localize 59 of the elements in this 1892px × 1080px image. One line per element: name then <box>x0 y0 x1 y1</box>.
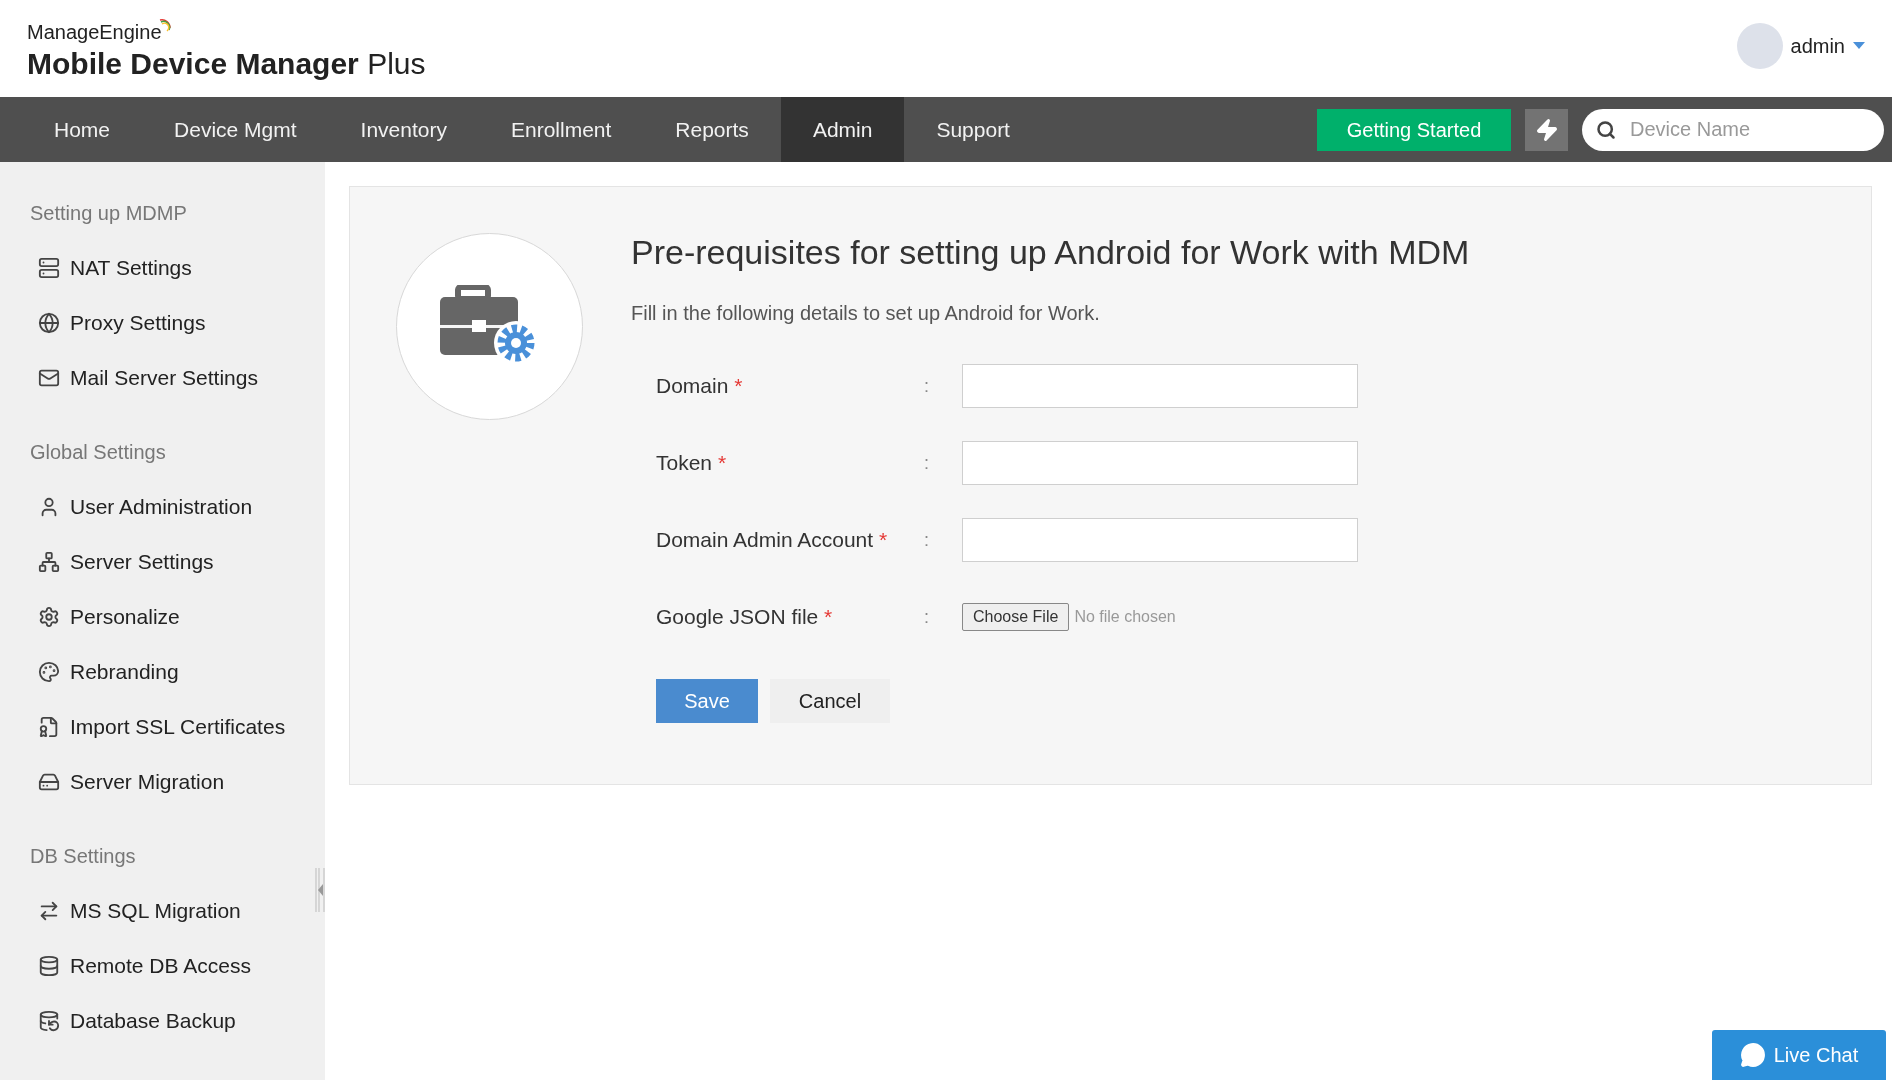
chat-bubble-icon <box>1739 1042 1766 1068</box>
caret-icon <box>1853 42 1865 50</box>
collapse-handle-icon[interactable] <box>315 868 325 912</box>
sidebar-item[interactable]: NAT Settings <box>30 240 192 295</box>
lightning-icon <box>1534 117 1559 142</box>
nav-tab[interactable]: Reports <box>643 97 781 162</box>
sidebar-item[interactable]: Server Settings <box>30 534 214 589</box>
database-icon <box>38 954 60 977</box>
sidebar-item[interactable]: Proxy Settings <box>30 295 206 350</box>
transfer-icon <box>38 899 60 922</box>
gear-icon <box>38 605 60 628</box>
sidebar-item[interactable]: Mail Server Settings <box>30 350 258 405</box>
input-field[interactable] <box>962 518 1358 562</box>
search-icon <box>1596 119 1616 140</box>
colon-separator: : <box>924 528 930 552</box>
sidebar-item[interactable]: Personalize <box>30 589 180 644</box>
user-menu[interactable]: admin <box>1790 31 1865 61</box>
sidebar-item[interactable]: Database Backup <box>30 993 236 1048</box>
field-label: Google JSON file * <box>656 604 834 631</box>
server-icon <box>38 256 60 279</box>
sidebar-item[interactable]: Server Migration <box>30 754 225 809</box>
nav-tab[interactable]: Support <box>904 97 1042 162</box>
save-button[interactable]: Save <box>656 679 758 723</box>
form-subtitle: Fill in the following details to set up Android for Work. <box>631 301 1101 326</box>
sidebar-heading: Global Settings <box>30 440 166 465</box>
nav-tab[interactable]: Home <box>22 97 143 162</box>
field-label: Domain Admin Account * <box>656 527 889 554</box>
company-logo-text: ManageEngine <box>27 20 162 45</box>
palette-icon <box>38 660 60 683</box>
input-field[interactable] <box>962 364 1358 408</box>
certificate-icon <box>38 715 60 738</box>
input-field[interactable] <box>962 441 1358 485</box>
sidebar-heading: Setting up MDMP <box>30 201 187 226</box>
database-icon <box>38 1009 60 1032</box>
nav-tab[interactable]: Admin <box>780 97 905 162</box>
sidebar-item[interactable]: MS SQL Migration <box>30 883 241 938</box>
nav-tab[interactable]: Inventory <box>328 97 479 162</box>
field-label: Token * <box>656 450 728 477</box>
network-icon <box>38 550 60 573</box>
sidebar-item[interactable]: User Administration <box>30 479 253 534</box>
avatar <box>1736 23 1783 69</box>
sidebar-item[interactable]: Rebranding <box>30 644 179 699</box>
cancel-button[interactable]: Cancel <box>770 679 890 723</box>
nav-tab[interactable]: Device Mgmt <box>142 97 329 162</box>
globe-icon <box>38 311 60 334</box>
form-title: Pre-requisites for setting up Android for Work with MDM <box>631 232 1470 273</box>
lightning-button[interactable] <box>1525 108 1568 151</box>
field-label: Domain * <box>656 373 744 400</box>
colon-separator: : <box>924 374 930 398</box>
product-title: Mobile Device Manager Plus <box>27 46 426 82</box>
sidebar-heading: DB Settings <box>30 844 136 869</box>
sidebar-item[interactable]: Import SSL Certificates <box>30 699 286 754</box>
sidebar-item[interactable]: Remote DB Access <box>30 938 251 993</box>
search-field[interactable]: Device Name <box>1582 108 1884 151</box>
nav-tab[interactable]: Enrollment <box>478 97 644 162</box>
colon-separator: : <box>924 605 930 629</box>
file-status: No file chosen <box>1074 607 1176 627</box>
colon-separator: : <box>924 451 930 475</box>
choose-file-button[interactable]: Choose File <box>962 603 1070 631</box>
